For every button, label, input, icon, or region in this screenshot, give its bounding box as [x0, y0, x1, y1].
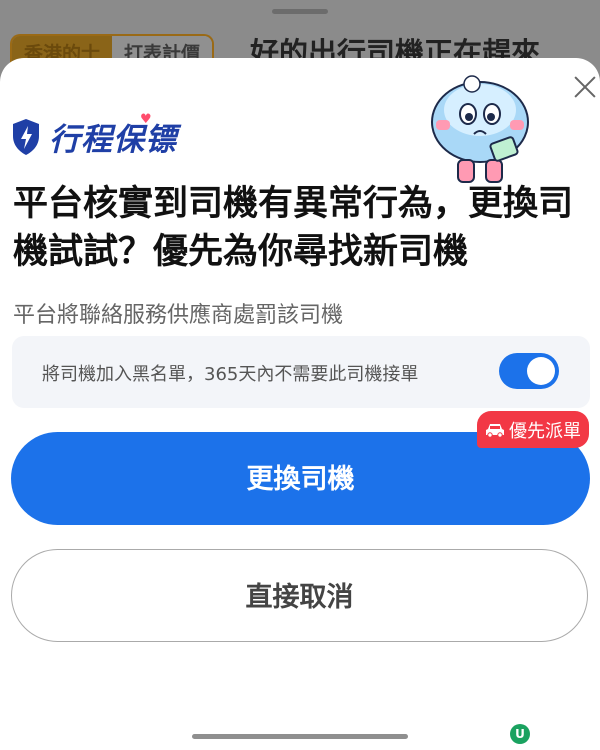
- toggle-knob: [527, 357, 555, 385]
- brand-name: 行程保镖: [49, 122, 177, 158]
- blacklist-option: 將司機加入黑名單，365天內不需要此司機接單: [12, 336, 590, 408]
- brand-logo: 行程保镖: [11, 114, 177, 159]
- headline-line-1: 平台核實到司機有異常行為，更換司: [13, 184, 574, 224]
- heart-icon: ♥: [140, 112, 152, 127]
- blacklist-toggle[interactable]: [499, 353, 559, 389]
- mascot-illustration: [431, 75, 529, 183]
- badge-label: 優先派單: [509, 420, 581, 442]
- home-indicator: [192, 734, 408, 739]
- shield-icon: [13, 118, 39, 155]
- headline-line-2: 機試試？優先為你尋找新司機: [13, 232, 469, 272]
- corner-logo: U: [510, 724, 530, 744]
- headline: 平台核實到司機有異常行為，更換司 機試試？優先為你尋找新司機: [13, 180, 573, 276]
- car-icon: [486, 423, 504, 438]
- blacklist-option-label: 將司機加入黑名單，365天內不需要此司機接單: [42, 364, 419, 385]
- subtext: 平台將聯絡服務供應商處罰該司機: [13, 303, 344, 328]
- priority-dispatch-badge: 優先派單: [477, 411, 589, 448]
- cancel-directly-button[interactable]: 直接取消: [11, 549, 588, 642]
- close-icon[interactable]: [574, 76, 596, 98]
- background-drag-handle: [272, 9, 328, 14]
